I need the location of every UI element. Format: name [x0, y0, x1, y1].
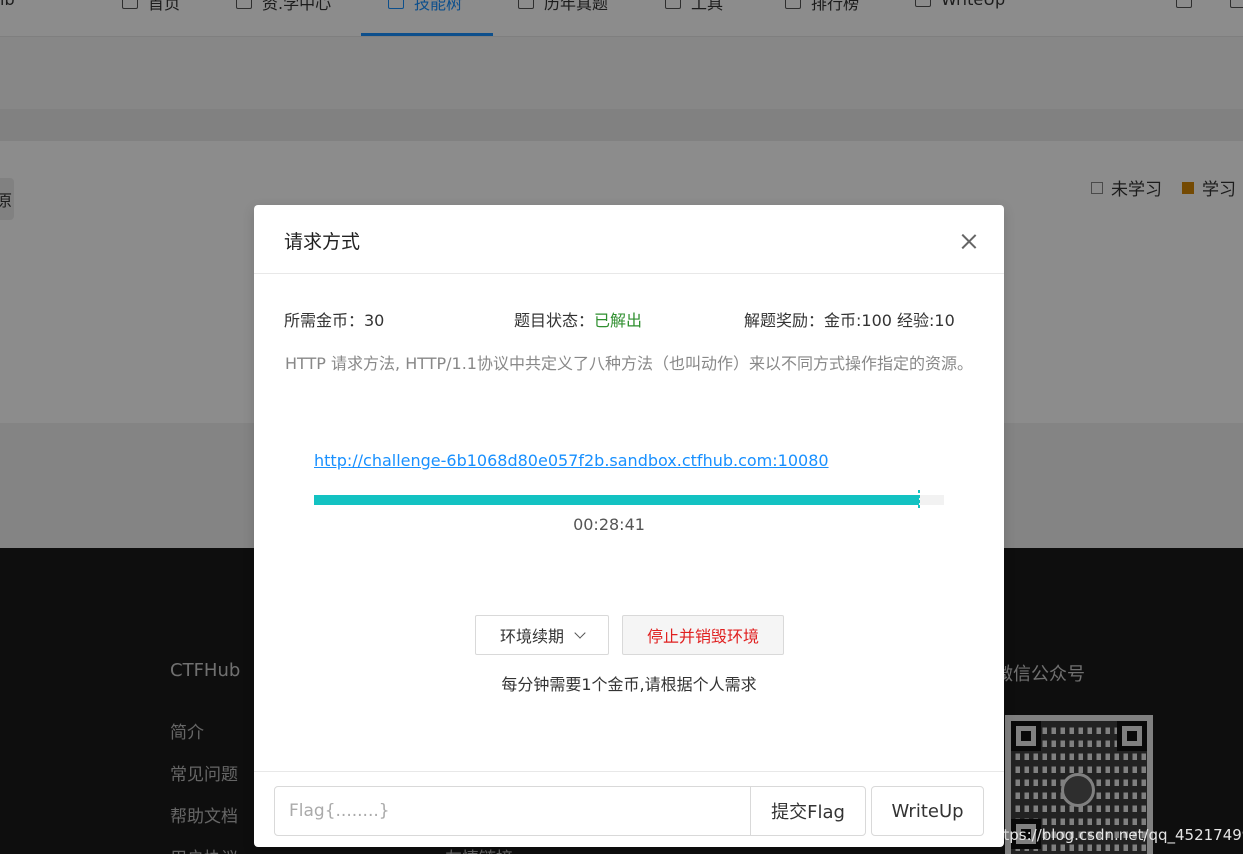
- status-label: 题目状态：: [514, 311, 595, 330]
- progress-fill: [314, 495, 919, 505]
- cost-note: 每分钟需要1个金币,请根据个人需求: [501, 675, 757, 694]
- status-badge: 已解出: [594, 311, 643, 330]
- close-icon[interactable]: [954, 227, 984, 257]
- challenge-status: 题目状态：已解出: [514, 307, 642, 331]
- renew-label: 环境续期: [499, 627, 564, 646]
- progress-marker: [918, 490, 920, 510]
- modal-header: 请求方式: [254, 205, 1004, 274]
- time-remaining-bar: [314, 490, 944, 510]
- coins-required: 所需金币：30: [284, 311, 385, 330]
- watermark: https://blog.csdn.net/qq_45217499: [988, 826, 1243, 844]
- destroy-environment-button[interactable]: 停止并销毁环境: [622, 615, 784, 655]
- submit-flag-button[interactable]: 提交Flag: [750, 786, 866, 836]
- challenge-description: HTTP 请求方法, HTTP/1.1协议中共定义了八种方法（也叫动作）来以不同…: [285, 354, 973, 373]
- solve-reward: 解题奖励：金币:100 经验:10: [744, 311, 955, 330]
- countdown-timer: 00:28:41: [573, 515, 645, 534]
- writeup-button[interactable]: WriteUp: [871, 786, 984, 836]
- modal-footer: 提交Flag WriteUp: [254, 771, 1004, 848]
- page: ib 首页 资.学中心 技能树 历年真题 工具 排行榜 WriteUp: [0, 0, 1243, 854]
- modal-title: 请求方式: [284, 231, 361, 253]
- environment-url-link[interactable]: http://challenge-6b1068d80e057f2b.sandbo…: [314, 451, 829, 470]
- flag-input[interactable]: [274, 786, 751, 836]
- chevron-down-icon: [574, 627, 586, 639]
- challenge-modal: 请求方式 所需金币：30 题目状态：已解出 解题奖励：金币:100 经验:10 …: [254, 205, 1004, 847]
- renew-environment-button[interactable]: 环境续期: [475, 615, 609, 655]
